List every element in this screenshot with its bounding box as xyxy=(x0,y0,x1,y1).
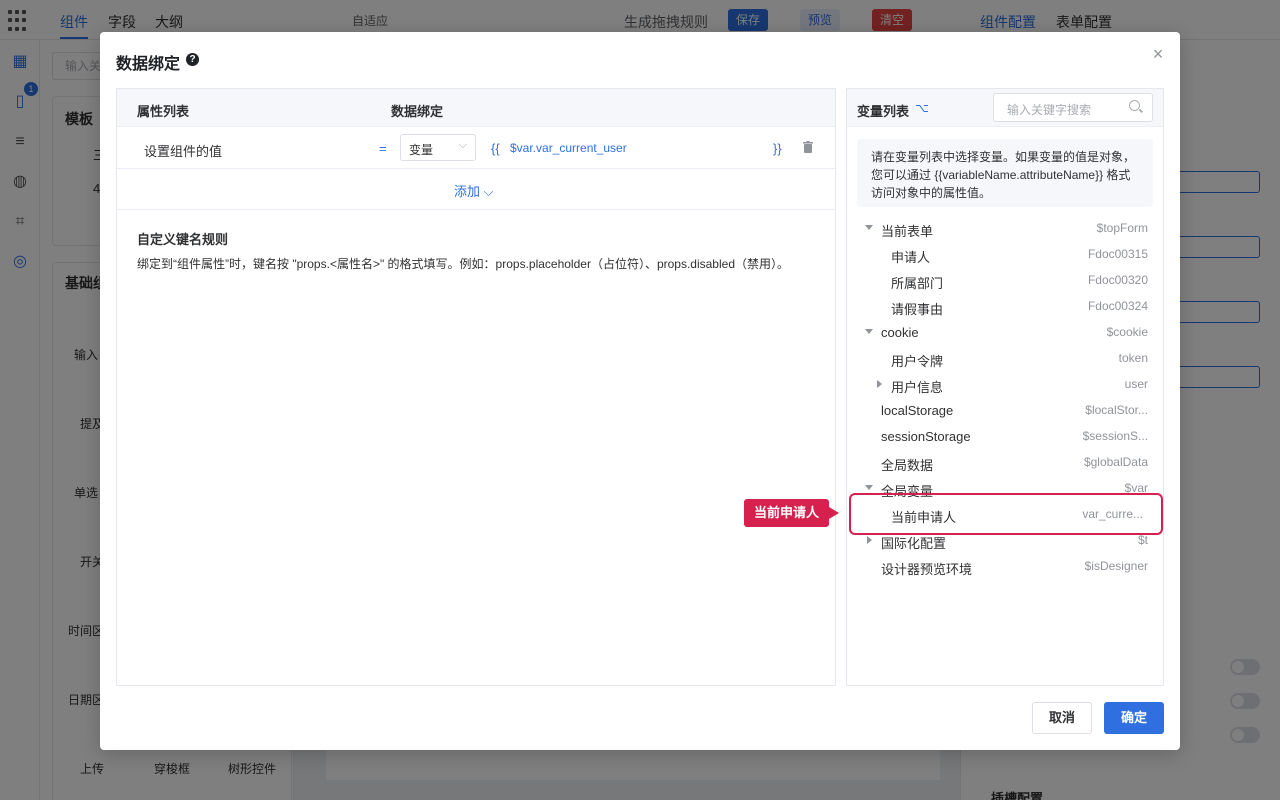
variable-list-header: 变量列表 ⌥ 输入关键字搜索 xyxy=(847,89,1163,127)
tree-node-department[interactable]: 所属部门 Fdoc00320 xyxy=(847,267,1163,293)
search-icon xyxy=(1129,100,1140,111)
tree-node-leave-reason[interactable]: 请假事由 Fdoc00324 xyxy=(847,293,1163,319)
tree-node-code: var_curre... xyxy=(1082,507,1143,521)
tree-node-user-info[interactable]: 用户信息 user xyxy=(847,371,1163,397)
tree-node-label: cookie xyxy=(881,325,919,340)
custom-key-rule-title: 自定义键名规则 xyxy=(137,232,229,247)
tree-node-token[interactable]: 用户令牌 token xyxy=(847,345,1163,371)
caret-right-icon xyxy=(867,536,872,544)
tree-node-label: 国际化配置 xyxy=(881,536,947,551)
add-label: 添加 xyxy=(454,184,481,199)
caret-down-icon xyxy=(865,329,873,334)
variable-hint: 请在变量列表中选择变量。如果变量的值是对象，您可以通过 {{variableNa… xyxy=(857,139,1153,207)
tree-node-label: 所属部门 xyxy=(891,276,944,291)
brace-open: {{ xyxy=(491,141,500,156)
tree-node-code: user xyxy=(1124,377,1148,391)
add-row: 添加 ⌵ xyxy=(117,169,835,210)
binding-expression-input[interactable]: $var.var_current_user xyxy=(510,141,627,155)
custom-key-rule-description: 绑定到“组件属性”时，键名按 "props.<属性名>" 的格式填写。例如：pr… xyxy=(137,257,789,271)
tree-node-code: $topForm xyxy=(1096,221,1148,235)
tree-node-code: $var xyxy=(1124,481,1148,495)
variable-list-title: 变量列表 xyxy=(857,104,910,119)
tree-node-code: $sessionS... xyxy=(1082,429,1148,443)
variable-search-input[interactable]: 输入关键字搜索 xyxy=(993,93,1153,122)
tree-node-code: Fdoc00320 xyxy=(1087,273,1148,287)
tree-node-code: token xyxy=(1118,351,1148,365)
tree-node-applicant[interactable]: 申请人 Fdoc00315 xyxy=(847,241,1163,267)
trash-icon[interactable] xyxy=(803,141,813,153)
tree-node-cookie[interactable]: cookie $cookie xyxy=(847,319,1163,345)
tree-node-label: 当前申请人 xyxy=(891,510,957,525)
confirm-button[interactable]: 确定 xyxy=(1104,702,1164,734)
binding-type-select[interactable]: 变量 ⌵ xyxy=(400,134,476,161)
chevron-down-icon: ⌵ xyxy=(458,139,467,151)
tree-node-code: Fdoc00315 xyxy=(1087,247,1148,261)
tree-node-top-form[interactable]: 当前表单 $topForm xyxy=(847,215,1163,241)
data-binding-dialog: 数据绑定 ? × 属性列表 数据绑定 设置组件的值 = 变量 ⌵ {{ $var… xyxy=(100,32,1180,750)
tree-node-code: $cookie xyxy=(1106,325,1148,339)
chevron-down-icon: ⌵ xyxy=(480,184,494,199)
property-name: 设置组件的值 xyxy=(144,144,223,159)
cancel-button[interactable]: 取消 xyxy=(1032,702,1092,734)
annotation-callout: 当前申请人 xyxy=(744,499,840,527)
brace-close: }} xyxy=(773,141,782,156)
tree-node-i18n[interactable]: 国际化配置 $t xyxy=(847,527,1163,553)
tree-node-label: 设计器预览环境 xyxy=(881,562,973,577)
equals-sign: = xyxy=(379,141,387,156)
binding-type-value: 变量 xyxy=(409,143,434,157)
tree-node-label: sessionStorage xyxy=(881,429,971,444)
help-icon[interactable]: ? xyxy=(186,53,199,66)
tree-node-label: 申请人 xyxy=(891,250,931,265)
tree-node-local-storage[interactable]: localStorage $localStor... xyxy=(847,397,1163,423)
binding-row: 设置组件的值 = 变量 ⌵ {{ $var.var_current_user }… xyxy=(117,127,835,169)
tree-node-session-storage[interactable]: sessionStorage $sessionS... xyxy=(847,423,1163,449)
close-icon[interactable]: × xyxy=(1150,45,1166,63)
tree-node-label: 当前表单 xyxy=(881,224,934,239)
property-table-header: 属性列表 数据绑定 xyxy=(117,89,835,127)
add-binding-button[interactable]: 添加 ⌵ xyxy=(454,181,493,200)
search-placeholder: 输入关键字搜索 xyxy=(1007,103,1092,117)
column-header-binding: 数据绑定 xyxy=(391,104,444,119)
tree-node-label: 用户信息 xyxy=(891,380,944,395)
property-binding-panel: 属性列表 数据绑定 设置组件的值 = 变量 ⌵ {{ $var.var_curr… xyxy=(116,88,836,686)
variable-list-panel: 变量列表 ⌥ 输入关键字搜索 请在变量列表中选择变量。如果变量的值是对象，您可以… xyxy=(846,88,1164,686)
tree-node-label: 全局数据 xyxy=(881,458,934,473)
caret-down-icon xyxy=(865,225,873,230)
dialog-title: 数据绑定 xyxy=(116,56,181,73)
tree-node-global-data[interactable]: 全局数据 $globalData xyxy=(847,449,1163,475)
tree-node-label: 请假事由 xyxy=(891,302,944,317)
tree-node-code: $t xyxy=(1137,533,1148,547)
tree-structure-icon[interactable]: ⌥ xyxy=(915,101,929,115)
tree-node-code: $localStor... xyxy=(1085,403,1148,417)
tree-node-label: 用户令牌 xyxy=(891,354,944,369)
tree-node-label: localStorage xyxy=(881,403,954,418)
caret-down-icon xyxy=(865,485,873,490)
caret-right-icon xyxy=(877,380,882,388)
tree-node-code: $globalData xyxy=(1083,455,1148,469)
tree-node-code: $isDesigner xyxy=(1084,559,1148,573)
tree-node-code: Fdoc00324 xyxy=(1087,299,1148,313)
column-header-properties: 属性列表 xyxy=(137,104,190,119)
tree-node-designer-preview[interactable]: 设计器预览环境 $isDesigner xyxy=(847,553,1163,579)
